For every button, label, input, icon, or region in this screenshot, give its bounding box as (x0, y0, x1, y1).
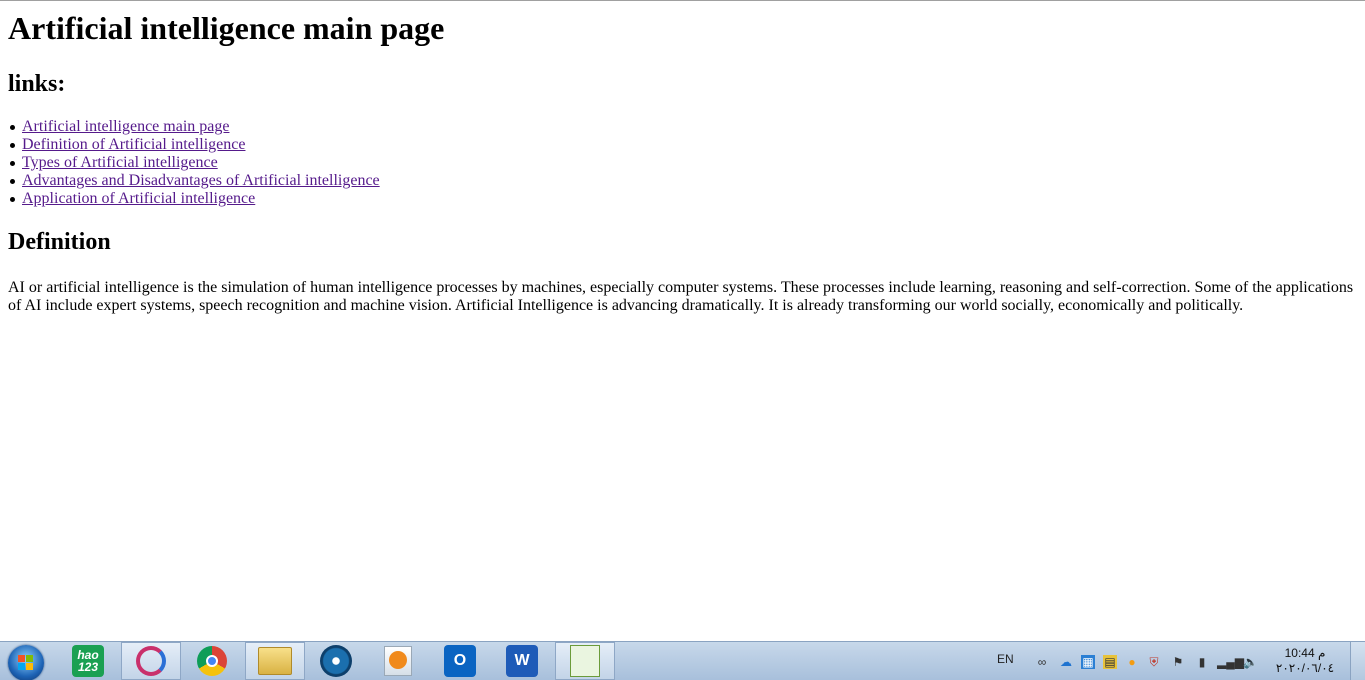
outlook-icon: O (444, 645, 476, 677)
list-item: Application of Artificial intelligence (10, 190, 1358, 208)
link-advantages[interactable]: Advantages and Disadvantages of Artifici… (22, 172, 380, 189)
taskbar-media[interactable] (306, 642, 366, 680)
taskbar: hao 123 O W EN ∞ ☁ ▦ ▤ ● ⛨ ⚑ ▮ ▂▄▆ 🔈 10:… (0, 641, 1365, 680)
taskbar-chrome[interactable] (182, 642, 242, 680)
show-desktop-button[interactable] (1350, 642, 1365, 680)
taskbar-outlook[interactable]: O (430, 642, 490, 680)
links-heading: links: (8, 71, 66, 97)
media-icon (320, 645, 352, 677)
shield-icon[interactable]: ⛨ (1147, 655, 1161, 669)
link-icon[interactable]: ∞ (1035, 655, 1049, 669)
clock[interactable]: 10:44 م ٢٠٢٠/٠٦/٠٤ (1270, 646, 1340, 676)
taskbar-sogou-browser[interactable] (121, 642, 181, 680)
language-indicator[interactable]: EN (997, 652, 1014, 666)
flag-icon[interactable]: ⚑ (1171, 655, 1185, 669)
start-button[interactable] (8, 645, 44, 680)
list-item: Types of Artificial intelligence (10, 154, 1358, 172)
system-tray: EN ∞ ☁ ▦ ▤ ● ⛨ ⚑ ▮ ▂▄▆ 🔈 10:44 م ٢٠٢٠/٠٦… (985, 642, 1365, 680)
link-applications[interactable]: Application of Artificial intelligence (22, 190, 255, 207)
bullet-icon (10, 161, 15, 166)
link-main-page[interactable]: Artificial intelligence main page (22, 118, 229, 135)
app-tray-icon[interactable]: ▦ (1081, 655, 1095, 669)
list-item: Advantages and Disadvantages of Artifici… (10, 172, 1358, 190)
link-types[interactable]: Types of Artificial intelligence (22, 154, 218, 171)
taskbar-file-explorer[interactable] (245, 642, 305, 680)
bullet-icon (10, 125, 15, 130)
page-content: Artificial intelligence main page links:… (8, 0, 1358, 315)
definition-heading: Definition (8, 229, 111, 255)
page-title: Artificial intelligence main page (8, 10, 445, 46)
taskbar-hao123[interactable]: hao 123 (58, 642, 118, 680)
notepad-icon (570, 645, 600, 677)
media-player-icon (384, 646, 412, 676)
bullet-icon (10, 143, 15, 148)
list-item: Artificial intelligence main page (10, 118, 1358, 136)
sogou-browser-icon (136, 646, 166, 676)
taskbar-notepad[interactable] (555, 642, 615, 680)
folder-icon (258, 647, 292, 675)
battery-icon[interactable]: ▮ (1195, 655, 1209, 669)
list-item: Definition of Artificial intelligence (10, 136, 1358, 154)
onedrive-icon[interactable]: ☁ (1059, 655, 1073, 669)
hao123-icon: hao 123 (72, 645, 104, 677)
network-signal-icon[interactable]: ▂▄▆ (1217, 655, 1244, 669)
clock-time: 10:44 م (1284, 646, 1326, 660)
bullet-icon (10, 197, 15, 202)
chrome-icon (197, 646, 227, 676)
tray-utility-icon[interactable]: ▤ (1103, 655, 1117, 669)
taskbar-word[interactable]: W (492, 642, 552, 680)
bullet-icon (10, 179, 15, 184)
definition-paragraph: AI or artificial intelligence is the sim… (8, 279, 1354, 314)
volume-icon[interactable]: 🔈 (1243, 655, 1258, 669)
taskbar-media-player[interactable] (368, 642, 428, 680)
link-definition[interactable]: Definition of Artificial intelligence (22, 136, 245, 153)
circle-app-icon[interactable]: ● (1125, 655, 1139, 669)
links-list: Artificial intelligence main page Defini… (8, 118, 1358, 208)
windows-logo-icon (18, 655, 33, 670)
clock-date: ٢٠٢٠/٠٦/٠٤ (1275, 661, 1335, 675)
word-icon: W (506, 645, 538, 677)
